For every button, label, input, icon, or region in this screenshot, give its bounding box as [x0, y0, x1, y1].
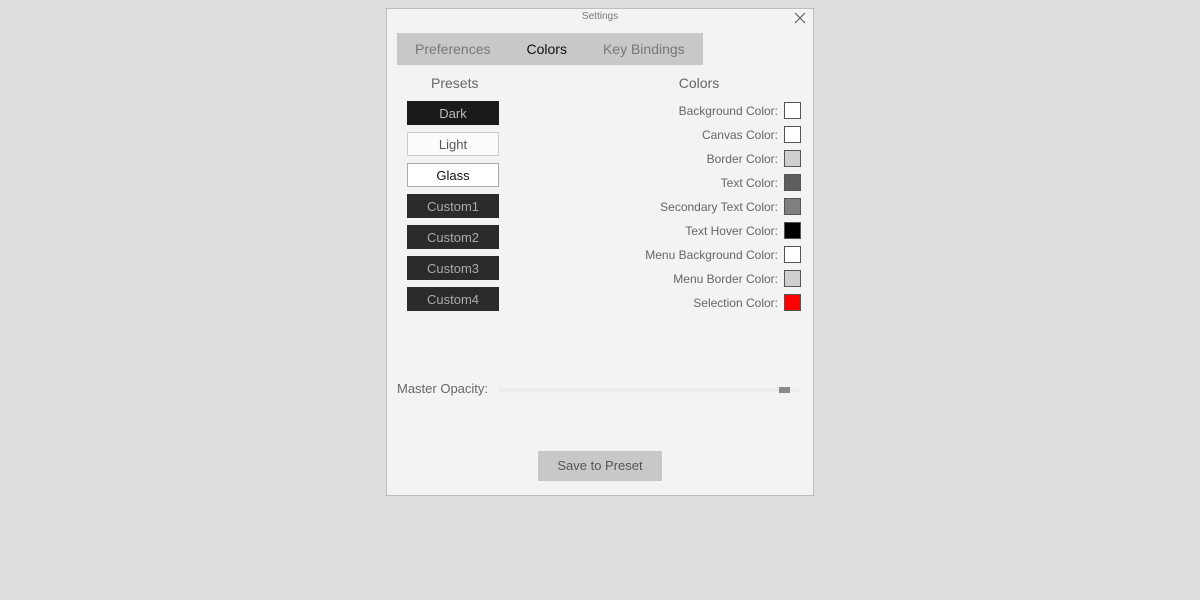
color-swatch-canvas[interactable]	[784, 126, 801, 143]
color-label: Selection Color:	[693, 296, 778, 310]
color-swatch-menu-border[interactable]	[784, 270, 801, 287]
tab-bar: Preferences Colors Key Bindings	[397, 33, 813, 65]
preset-custom4[interactable]: Custom4	[407, 287, 499, 311]
close-icon[interactable]	[793, 11, 807, 25]
color-row-border: Border Color:	[597, 149, 801, 168]
tab-keybindings[interactable]: Key Bindings	[585, 33, 703, 65]
color-swatch-text[interactable]	[784, 174, 801, 191]
colors-heading: Colors	[597, 75, 801, 91]
color-swatch-border[interactable]	[784, 150, 801, 167]
color-label: Text Hover Color:	[685, 224, 778, 238]
color-row-text: Text Color:	[597, 173, 801, 192]
preset-custom3[interactable]: Custom3	[407, 256, 499, 280]
presets-heading: Presets	[431, 75, 597, 91]
color-row-text-hover: Text Hover Color:	[597, 221, 801, 240]
colors-column: Colors Background Color: Canvas Color: B…	[597, 75, 813, 312]
settings-window: Settings Preferences Colors Key Bindings…	[386, 8, 814, 496]
color-row-background: Background Color:	[597, 101, 801, 120]
color-label: Text Color:	[721, 176, 778, 190]
preset-dark[interactable]: Dark	[407, 101, 499, 125]
preset-light[interactable]: Light	[407, 132, 499, 156]
slider-track	[498, 388, 799, 392]
slider-thumb[interactable]	[779, 387, 790, 393]
color-row-menu-border: Menu Border Color:	[597, 269, 801, 288]
colors-list: Background Color: Canvas Color: Border C…	[597, 101, 801, 312]
preset-custom2[interactable]: Custom2	[407, 225, 499, 249]
presets-column: Presets Dark Light Glass Custom1 Custom2…	[387, 75, 597, 312]
color-swatch-text-hover[interactable]	[784, 222, 801, 239]
save-to-preset-button[interactable]: Save to Preset	[538, 451, 662, 481]
color-label: Secondary Text Color:	[660, 200, 778, 214]
tab-content: Presets Dark Light Glass Custom1 Custom2…	[387, 65, 813, 312]
color-swatch-menu-background[interactable]	[784, 246, 801, 263]
preset-custom1[interactable]: Custom1	[407, 194, 499, 218]
color-label: Background Color:	[679, 104, 778, 118]
color-label: Menu Border Color:	[673, 272, 778, 286]
window-title: Settings	[582, 11, 618, 22]
color-swatch-background[interactable]	[784, 102, 801, 119]
color-row-selection: Selection Color:	[597, 293, 801, 312]
master-opacity-slider[interactable]	[498, 382, 799, 396]
tab-colors[interactable]: Colors	[508, 33, 584, 65]
color-row-menu-background: Menu Background Color:	[597, 245, 801, 264]
tab-preferences[interactable]: Preferences	[397, 33, 508, 65]
color-row-secondary-text: Secondary Text Color:	[597, 197, 801, 216]
opacity-label: Master Opacity:	[397, 381, 488, 396]
opacity-row: Master Opacity:	[397, 381, 799, 396]
preset-glass[interactable]: Glass	[407, 163, 499, 187]
preset-list: Dark Light Glass Custom1 Custom2 Custom3…	[407, 101, 597, 311]
color-label: Canvas Color:	[702, 128, 778, 142]
color-label: Menu Background Color:	[645, 248, 778, 262]
titlebar: Settings	[387, 9, 813, 27]
color-swatch-selection[interactable]	[784, 294, 801, 311]
color-label: Border Color:	[707, 152, 778, 166]
color-swatch-secondary-text[interactable]	[784, 198, 801, 215]
color-row-canvas: Canvas Color:	[597, 125, 801, 144]
